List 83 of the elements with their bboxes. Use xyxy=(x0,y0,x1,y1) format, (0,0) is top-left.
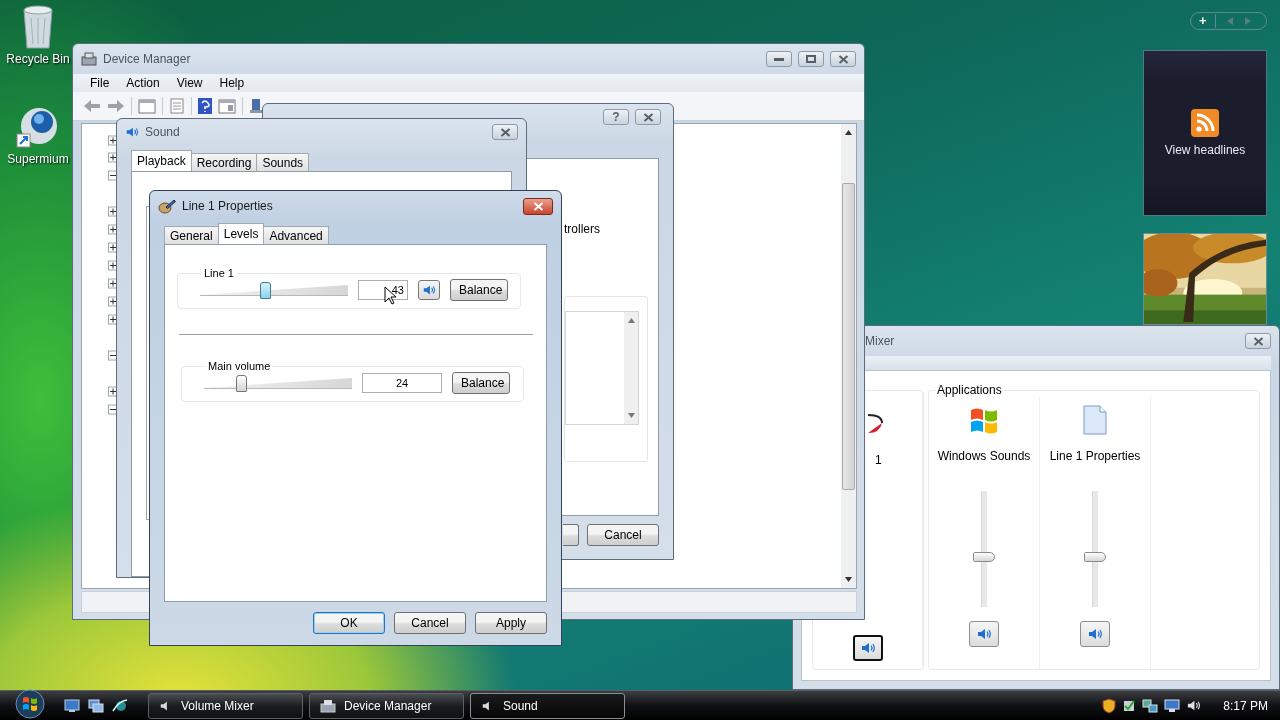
window-title: Line 1 Properties xyxy=(182,199,273,213)
rss-icon xyxy=(1191,109,1219,137)
close-icon xyxy=(532,201,544,211)
menu-item[interactable]: Action xyxy=(117,76,168,90)
close-icon xyxy=(499,127,511,137)
desktop-shortcut[interactable]: Supermium xyxy=(2,104,74,166)
browser-icon[interactable] xyxy=(112,697,128,714)
level-field[interactable]: 43 xyxy=(358,280,408,300)
cancel-button[interactable]: Cancel xyxy=(587,524,659,546)
device-category-text: trollers xyxy=(564,222,600,236)
close-button[interactable] xyxy=(830,51,856,67)
device-manager-icon xyxy=(320,698,336,713)
help-button[interactable]: ? xyxy=(603,109,629,125)
network-icon[interactable] xyxy=(1142,698,1159,713)
mute-button[interactable] xyxy=(852,635,883,661)
minimize-icon xyxy=(774,57,784,61)
clock[interactable]: 8:17 PM xyxy=(1223,698,1268,713)
close-icon xyxy=(642,112,654,122)
window-title: Device Manager xyxy=(103,52,191,66)
recycle-bin-icon xyxy=(21,4,55,50)
close-icon xyxy=(1252,336,1264,346)
feed-label: View headlines xyxy=(1164,143,1246,157)
desktop-shortcut[interactable]: Recycle Bin xyxy=(2,4,74,66)
taskbar-button[interactable]: Device Manager xyxy=(309,692,464,719)
window-title: Mixer xyxy=(865,334,896,348)
taskbar-button[interactable]: Volume Mixer xyxy=(148,692,303,719)
group-label: Line 1 xyxy=(203,267,235,279)
tab[interactable]: Playback xyxy=(131,150,192,171)
scroll-thumb[interactable] xyxy=(842,183,855,490)
start-button[interactable] xyxy=(12,688,48,719)
taskbar-button[interactable]: Sound xyxy=(470,692,625,719)
tab[interactable]: Recording xyxy=(190,153,258,171)
tab[interactable]: Advanced xyxy=(263,226,329,244)
maximize-icon xyxy=(806,55,816,63)
menu-item[interactable]: View xyxy=(167,76,211,90)
tab[interactable]: Levels xyxy=(217,223,265,244)
minimize-button[interactable] xyxy=(766,51,792,67)
scroll-up-icon[interactable] xyxy=(845,130,852,135)
feed-gadget[interactable]: View headlines xyxy=(1143,50,1267,216)
close-button[interactable] xyxy=(1245,333,1271,349)
speaker-pencil-icon xyxy=(158,198,176,214)
window-icon[interactable] xyxy=(218,98,236,114)
volume-slider[interactable] xyxy=(204,373,352,393)
dialog-button[interactable]: OK xyxy=(313,612,385,634)
show-desktop-icon[interactable] xyxy=(64,698,80,713)
level-field[interactable]: 24 xyxy=(362,373,442,393)
switch-windows-icon[interactable] xyxy=(88,698,104,713)
group-label: Applications xyxy=(936,383,1003,397)
shield-icon[interactable] xyxy=(1102,697,1117,714)
menu-item[interactable]: File xyxy=(81,76,118,90)
tab[interactable]: Sounds xyxy=(256,153,310,171)
dialog-button[interactable]: Cancel xyxy=(394,612,466,634)
check-icon[interactable] xyxy=(1122,698,1137,713)
close-button[interactable] xyxy=(635,109,661,125)
device-icon[interactable] xyxy=(249,98,263,114)
app-name: Line 1 Properties xyxy=(1049,449,1141,465)
close-button[interactable] xyxy=(523,197,553,215)
app-name: Windows Sounds xyxy=(937,449,1031,465)
shortcut-label: Recycle Bin xyxy=(6,52,70,66)
help-icon[interactable] xyxy=(198,98,212,114)
maximize-button[interactable] xyxy=(798,51,824,67)
speaker-icon[interactable] xyxy=(1186,698,1202,713)
shortcut-label: Supermium xyxy=(7,152,69,166)
document-icon xyxy=(1083,405,1107,435)
dialog-button[interactable]: Apply xyxy=(475,612,547,634)
scroll-down-icon[interactable] xyxy=(845,577,852,582)
group-label: Main volume xyxy=(207,360,272,372)
close-icon xyxy=(837,54,849,64)
device-manager-icon xyxy=(81,52,97,66)
volume-slider[interactable] xyxy=(200,280,348,300)
scrollbar[interactable] xyxy=(841,124,856,588)
device-name: 1 xyxy=(875,453,882,469)
add-gadget-button[interactable]: + xyxy=(1199,14,1216,28)
tab[interactable]: General xyxy=(164,226,219,244)
menu-item[interactable]: Help xyxy=(210,76,253,90)
window-title: Sound xyxy=(145,125,180,139)
balance-button[interactable]: Balance xyxy=(450,279,508,301)
monitor-icon[interactable] xyxy=(1164,698,1181,713)
dialog-button[interactable] xyxy=(563,524,579,546)
speaker-icon xyxy=(422,283,436,297)
close-button[interactable] xyxy=(492,124,518,140)
balance-button[interactable]: Balance xyxy=(452,372,510,394)
speaker-icon xyxy=(125,125,139,139)
